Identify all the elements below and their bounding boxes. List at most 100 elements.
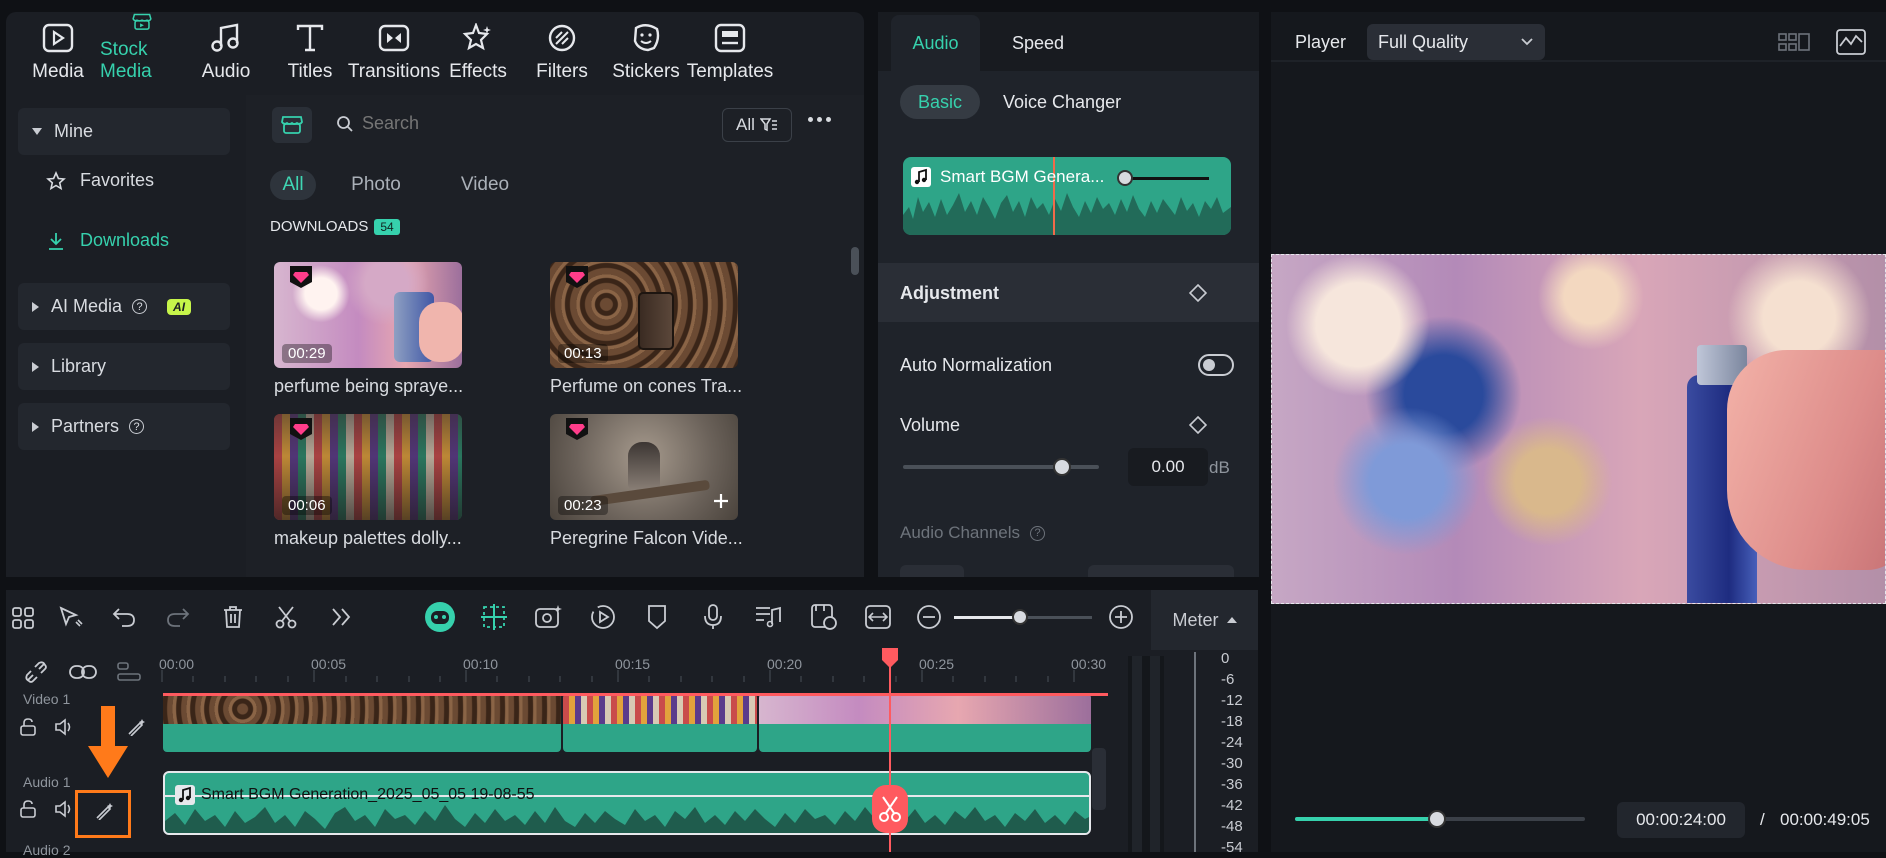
premium-gem-icon <box>290 418 312 440</box>
video-clip[interactable] <box>163 694 561 752</box>
progress-handle[interactable] <box>1428 810 1447 828</box>
video-preview[interactable] <box>1271 254 1886 604</box>
microphone-icon[interactable] <box>702 603 724 631</box>
toolbar-stock-media[interactable]: Stock Media <box>100 12 184 95</box>
select-tool-icon[interactable] <box>58 606 84 630</box>
video-clip[interactable] <box>563 694 757 752</box>
toolbar-media[interactable]: Media <box>16 12 100 95</box>
zoom-slider[interactable] <box>954 609 1092 625</box>
media-thumbnail[interactable]: 00:13 <box>550 262 738 368</box>
toolbar-titles[interactable]: Titles <box>268 12 352 95</box>
undo-icon[interactable] <box>112 606 136 628</box>
volume-input[interactable]: 0.00 <box>1128 448 1208 486</box>
media-caption: perfume being spraye... <box>274 376 464 396</box>
sidebar-item-partners[interactable]: Partners ? <box>18 403 230 450</box>
search-input[interactable] <box>362 109 622 137</box>
filter-label: All <box>736 115 755 134</box>
track-label-video: Video 1 <box>23 691 71 707</box>
toolbar-stickers[interactable]: Stickers <box>604 12 688 95</box>
subtab-basic[interactable]: Basic <box>900 85 980 119</box>
sidebar-item-favorites[interactable]: Favorites <box>18 157 230 204</box>
magic-wand-icon[interactable] <box>126 718 146 736</box>
video-clip[interactable] <box>759 694 1091 752</box>
delete-icon[interactable] <box>222 605 244 629</box>
media-thumbnail[interactable]: 00:06 <box>274 414 462 520</box>
tab-video[interactable]: Video <box>458 170 512 200</box>
tab-all[interactable]: All <box>270 170 316 200</box>
clip-volume-handle[interactable] <box>1117 170 1133 186</box>
magic-wand-icon[interactable] <box>94 802 114 820</box>
subtab-voice-changer[interactable]: Voice Changer <box>1003 85 1121 119</box>
volume-slider-handle[interactable] <box>1052 458 1071 476</box>
toolbar-filters[interactable]: Filters <box>520 12 604 95</box>
caret-right-icon <box>32 301 39 312</box>
ai-assistant-icon[interactable] <box>424 601 456 633</box>
toolbar-audio[interactable]: Audio <box>184 12 268 95</box>
waveform-monitor-icon[interactable] <box>1836 29 1866 55</box>
tab-photo[interactable]: Photo <box>348 170 404 200</box>
more-options-button[interactable] <box>808 117 831 122</box>
current-time[interactable]: 00:00:24:00 <box>1617 802 1745 838</box>
audio-clip-preview[interactable]: Smart BGM Genera... <box>903 157 1231 235</box>
redo-icon[interactable] <box>166 606 190 628</box>
marker-icon[interactable] <box>646 604 668 630</box>
toolbar-effects[interactable]: Effects <box>436 12 520 95</box>
sidebar-item-ai-media[interactable]: AI Media ? AI <box>18 283 230 330</box>
volume-slider[interactable] <box>903 458 1099 476</box>
filter-dropdown[interactable]: All <box>722 108 792 142</box>
fit-timeline-icon[interactable] <box>864 604 892 630</box>
audio-clip[interactable]: Smart BGM Generation_2025_05_05 19-08-55 <box>163 771 1091 835</box>
playback-progress[interactable] <box>1295 810 1585 828</box>
panel-scrollbar[interactable] <box>851 247 859 275</box>
help-icon[interactable]: ? <box>1030 525 1046 541</box>
sidebar-item-library[interactable]: Library <box>18 343 230 390</box>
preview-render-icon[interactable] <box>810 603 838 631</box>
toolbar-templates[interactable]: Templates <box>687 12 773 95</box>
speaker-icon[interactable] <box>54 800 74 818</box>
lock-icon[interactable] <box>19 800 37 818</box>
layout-icon[interactable] <box>11 606 35 630</box>
zoom-slider-handle[interactable] <box>1012 609 1028 625</box>
help-icon[interactable]: ? <box>132 299 148 314</box>
quality-dropdown[interactable]: Full Quality <box>1367 24 1545 60</box>
sidebar-item-mine[interactable]: Mine <box>18 108 230 155</box>
unlink-icon[interactable] <box>24 660 48 684</box>
playhead-handle-icon[interactable] <box>880 648 900 670</box>
auto-normalization-toggle[interactable] <box>1198 354 1234 376</box>
adjustment-header[interactable]: Adjustment <box>878 263 1259 322</box>
media-thumbnail[interactable]: 00:29 <box>274 262 462 368</box>
tab-speed[interactable]: Speed <box>988 15 1088 71</box>
premium-gem-icon <box>566 418 588 440</box>
zoom-in-icon[interactable] <box>1108 604 1134 630</box>
media-thumbnail[interactable]: 00:23 <box>550 414 738 520</box>
help-icon[interactable]: ? <box>129 419 145 434</box>
timeline-scrollbar[interactable] <box>1092 748 1106 810</box>
speaker-icon[interactable] <box>54 718 74 736</box>
caret-right-icon <box>32 421 39 432</box>
meter-toggle[interactable]: Meter <box>1151 590 1258 650</box>
store-button[interactable] <box>272 107 312 143</box>
sidebar-item-downloads[interactable]: Downloads <box>18 217 230 264</box>
playback-speed-icon[interactable] <box>590 604 616 630</box>
grid-view-icon[interactable] <box>1778 30 1810 54</box>
lock-icon[interactable] <box>19 718 37 736</box>
track-manager-icon[interactable] <box>116 660 142 684</box>
split-button[interactable] <box>872 785 908 833</box>
time-ruler[interactable]: 00:00 00:05 00:10 00:15 00:20 00:25 00:3… <box>159 650 1106 682</box>
tab-audio[interactable]: Audio <box>891 15 980 71</box>
audio-mix-icon[interactable] <box>754 604 782 630</box>
keyframe-diamond-icon[interactable] <box>1189 416 1207 434</box>
more-tools-icon[interactable] <box>330 607 352 627</box>
effects-icon <box>462 23 491 51</box>
toolbar-transitions[interactable]: Transitions <box>348 12 440 95</box>
add-icon[interactable] <box>712 492 730 510</box>
toolbar-label: Stickers <box>612 61 680 82</box>
link-icon[interactable] <box>68 660 98 684</box>
keyframe-diamond-icon[interactable] <box>1189 284 1207 302</box>
zoom-out-icon[interactable] <box>916 604 942 630</box>
section-header: DOWNLOADS 54 <box>270 218 400 235</box>
meter-scale: 0 -6 -12 -18 -24 -30 -36 -42 -48 -54 <box>1198 650 1258 856</box>
auto-reframe-icon[interactable] <box>534 603 564 631</box>
scissors-icon[interactable] <box>274 605 298 629</box>
magnet-snap-icon[interactable] <box>480 603 508 631</box>
